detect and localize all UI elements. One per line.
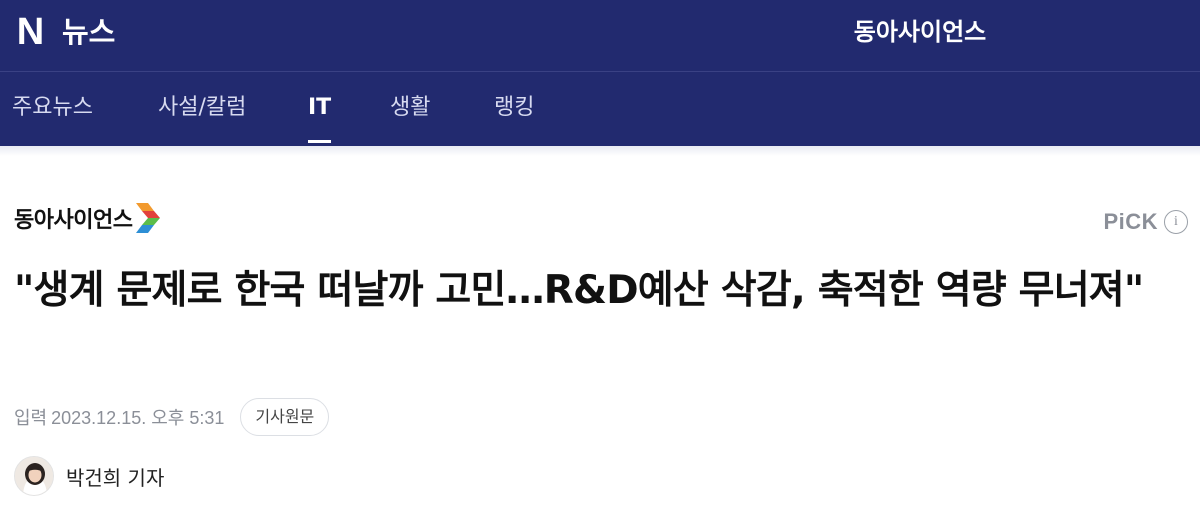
tab-label: 랭킹 [494,95,535,120]
tab-life[interactable]: 생활 [390,72,430,146]
header-shadow [0,146,1200,156]
naver-logo[interactable]: N [12,12,48,52]
press-name-header[interactable]: 동아사이언스 [790,12,1050,52]
tab-label: 생활 [390,95,431,120]
pick-badge[interactable]: PiCK i [1103,206,1188,238]
reporter-photo-icon [15,457,53,495]
article-title: "생계 문제로 한국 떠날까 고민…R&D예산 삭감, 축적한 역량 무너져" [14,268,1144,313]
tab-main-news[interactable]: 주요뉴스 [12,72,93,146]
tab-label: IT [308,95,332,120]
press-logo-text: 동아사이언스 [14,208,133,233]
article-meta: 입력 2023.12.15. 오후 5:31 기사원문 [14,398,330,436]
reporter-name[interactable]: 박건희 기자 [66,462,164,491]
pick-label: PiCK [1103,209,1158,234]
tab-label: 사설/칼럼 [158,95,247,120]
published-label: 입력 [14,408,48,429]
info-icon[interactable]: i [1164,210,1188,234]
press-logo[interactable]: 동아사이언스 [14,196,164,240]
tab-it[interactable]: IT [308,72,332,146]
original-article-button[interactable]: 기사원문 [240,398,330,436]
reporter-info[interactable]: 박건희 기자 [14,455,164,497]
press-logo-mark-icon [136,203,161,233]
published-date: 2023.12.15. 오후 5:31 [51,408,225,428]
tab-editorial[interactable]: 사설/칼럼 [158,72,246,146]
news-service-title[interactable]: 뉴스 [62,12,115,52]
category-tabs: 주요뉴스 사설/칼럼 IT 생활 랭킹 [0,72,1200,146]
tab-ranking[interactable]: 랭킹 [494,72,534,146]
tab-label: 주요뉴스 [12,95,93,120]
top-header: N 뉴스 동아사이언스 [0,0,1200,72]
active-tab-indicator [308,140,332,143]
reporter-avatar[interactable] [14,456,54,496]
